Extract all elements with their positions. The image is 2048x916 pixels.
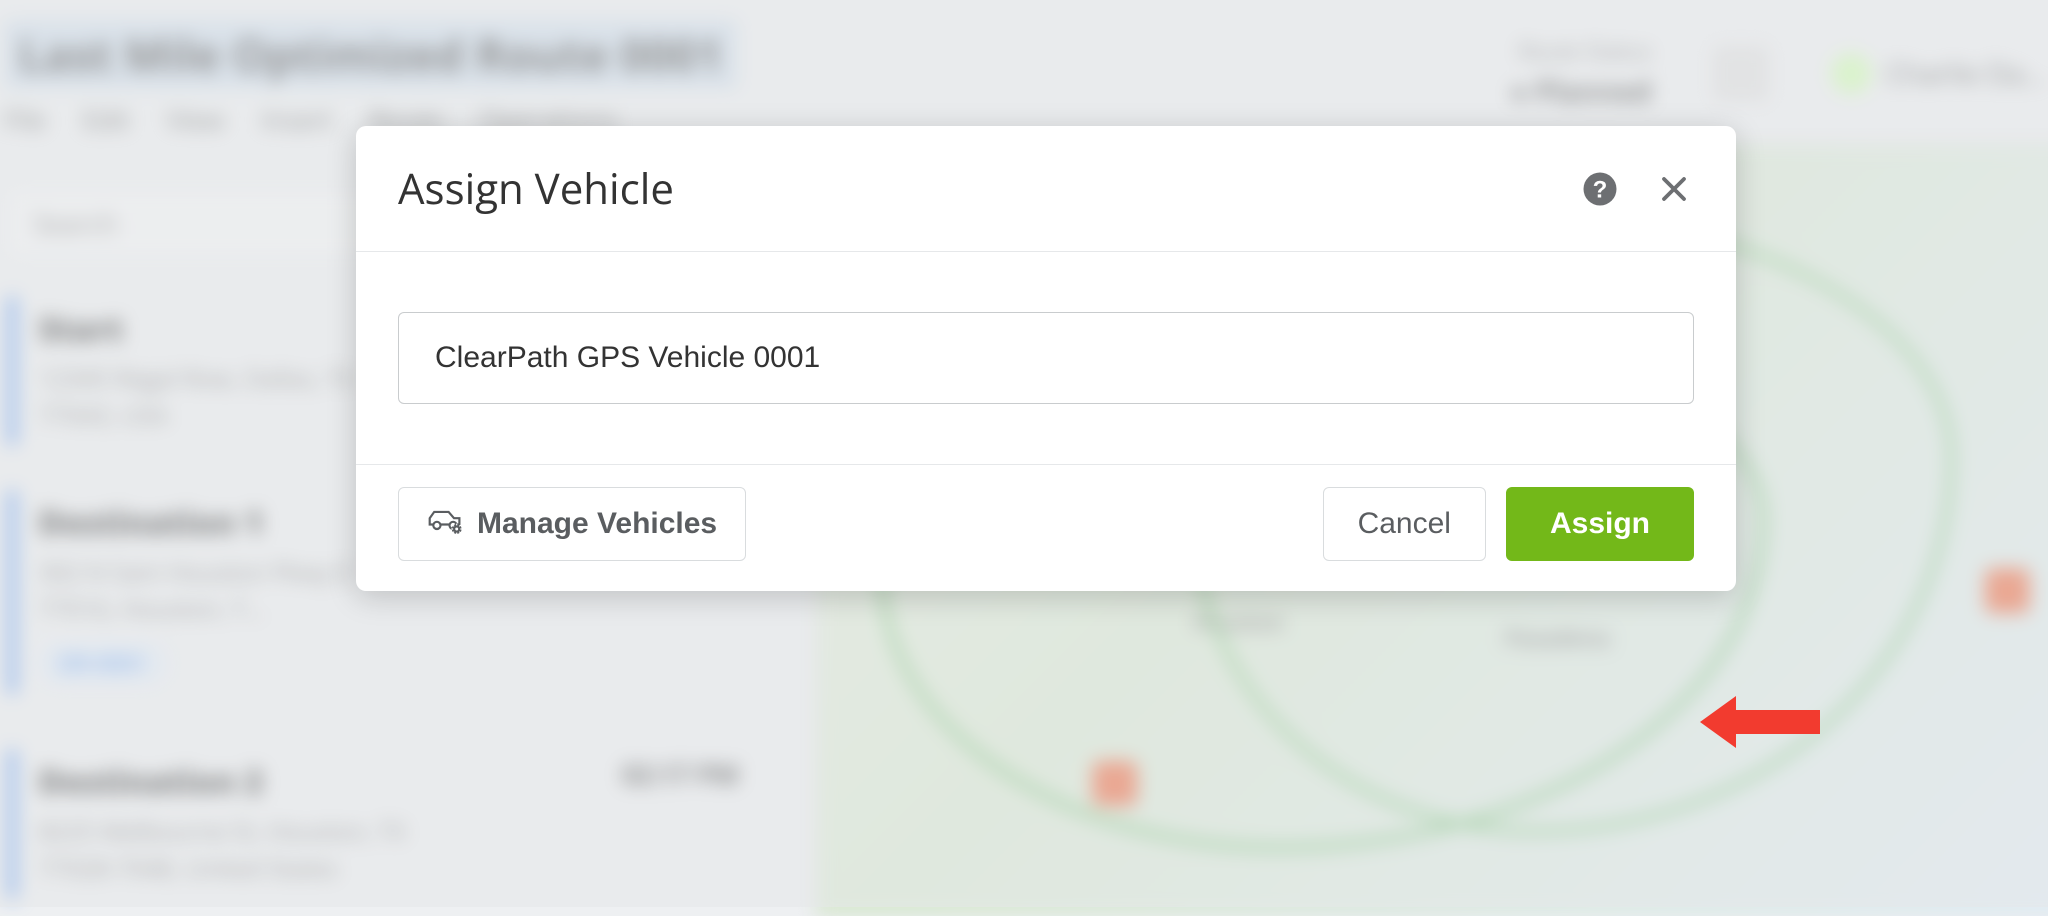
cancel-button[interactable]: Cancel — [1323, 487, 1486, 561]
close-icon[interactable] — [1654, 169, 1694, 209]
vehicle-input[interactable] — [398, 312, 1694, 404]
modal-footer: Manage Vehicles Cancel Assign — [356, 464, 1736, 591]
vehicle-settings-icon — [427, 505, 463, 543]
assign-button[interactable]: Assign — [1506, 487, 1694, 561]
manage-vehicles-label: Manage Vehicles — [477, 507, 717, 541]
help-icon[interactable]: ? — [1580, 169, 1620, 209]
manage-vehicles-button[interactable]: Manage Vehicles — [398, 487, 746, 561]
modal-header: Assign Vehicle ? — [356, 126, 1736, 252]
modal-body — [356, 252, 1736, 464]
assign-vehicle-modal: Assign Vehicle ? Manage Vehicles — [356, 126, 1736, 591]
svg-text:?: ? — [1593, 176, 1608, 203]
modal-title: Assign Vehicle — [398, 160, 1580, 217]
